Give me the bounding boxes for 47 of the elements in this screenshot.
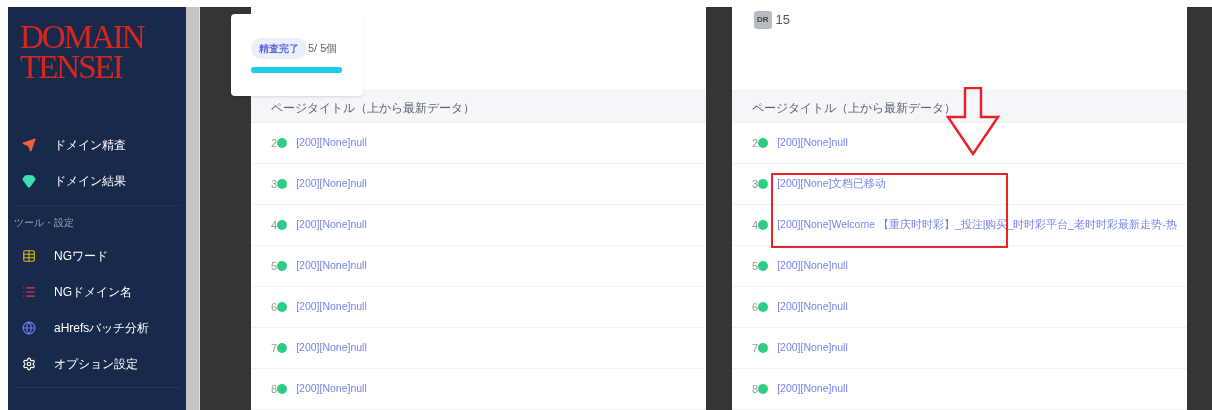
- page-title-link[interactable]: [200][None]null: [296, 217, 367, 233]
- globe-icon: [22, 321, 36, 335]
- page-title-link[interactable]: [200][None]null: [777, 340, 848, 356]
- sidebar-item[interactable]: ドメイン精査: [8, 127, 186, 163]
- row-number: 7: [752, 340, 759, 356]
- table-icon: [22, 249, 36, 263]
- row-number: 3: [752, 176, 759, 192]
- page-title-link[interactable]: [200][None]null: [296, 135, 367, 151]
- dr-badge: DR: [754, 11, 772, 29]
- page-title-link[interactable]: [200][None]null: [777, 135, 848, 151]
- page-title-link[interactable]: [200][None]null: [296, 340, 367, 356]
- row-number: 4: [752, 217, 759, 233]
- row-number: 5: [752, 258, 759, 274]
- row-number: 4: [271, 217, 278, 233]
- status-badge: 精査完了: [251, 37, 307, 59]
- paper-plane-icon: [22, 138, 36, 152]
- row-number: 7: [271, 340, 278, 356]
- row-number: 5: [271, 258, 278, 274]
- page-title-link[interactable]: [200][None]null: [777, 381, 848, 397]
- row-number: 8: [752, 381, 759, 397]
- table-header: ページタイトル（上から最新データ）: [732, 89, 1187, 123]
- table-header: ページタイトル（上から最新データ）: [251, 89, 706, 123]
- page-title-link[interactable]: [200][None]null: [777, 299, 848, 315]
- section-label: ツール・設定: [13, 216, 75, 230]
- page-title-link[interactable]: [200][None]文档已移动: [777, 176, 887, 192]
- row-number: 6: [752, 299, 759, 315]
- list-icon: [22, 285, 36, 299]
- row-number: 3: [271, 176, 278, 192]
- row-number: 2: [752, 135, 759, 151]
- page-title-link[interactable]: [200][None]null: [296, 299, 367, 315]
- page-title-link[interactable]: [200][None]null: [296, 258, 367, 274]
- page-title-link[interactable]: [200][None]null: [296, 381, 367, 397]
- settings-icon: [22, 357, 36, 371]
- sidebar-item[interactable]: NGワード: [8, 238, 186, 274]
- row-number: 8: [271, 381, 278, 397]
- row-number: 6: [271, 299, 278, 315]
- sidebar-item[interactable]: aHrefsバッチ分析: [8, 310, 186, 346]
- page-title-link[interactable]: [200][None]null: [296, 176, 367, 192]
- dr-value: 15: [775, 11, 791, 29]
- page-title-link[interactable]: [200][None]null: [777, 258, 848, 274]
- progress-count: 5/ 5個: [308, 40, 338, 56]
- sidebar-item[interactable]: オプション設定: [8, 346, 186, 382]
- row-number: 2: [271, 135, 278, 151]
- sidebar-item[interactable]: NGドメイン名: [8, 274, 186, 310]
- logo: DOMAIN TENSEI: [19, 18, 146, 82]
- sidebar-item[interactable]: ドメイン結果: [8, 163, 186, 199]
- gem-icon: [22, 174, 36, 188]
